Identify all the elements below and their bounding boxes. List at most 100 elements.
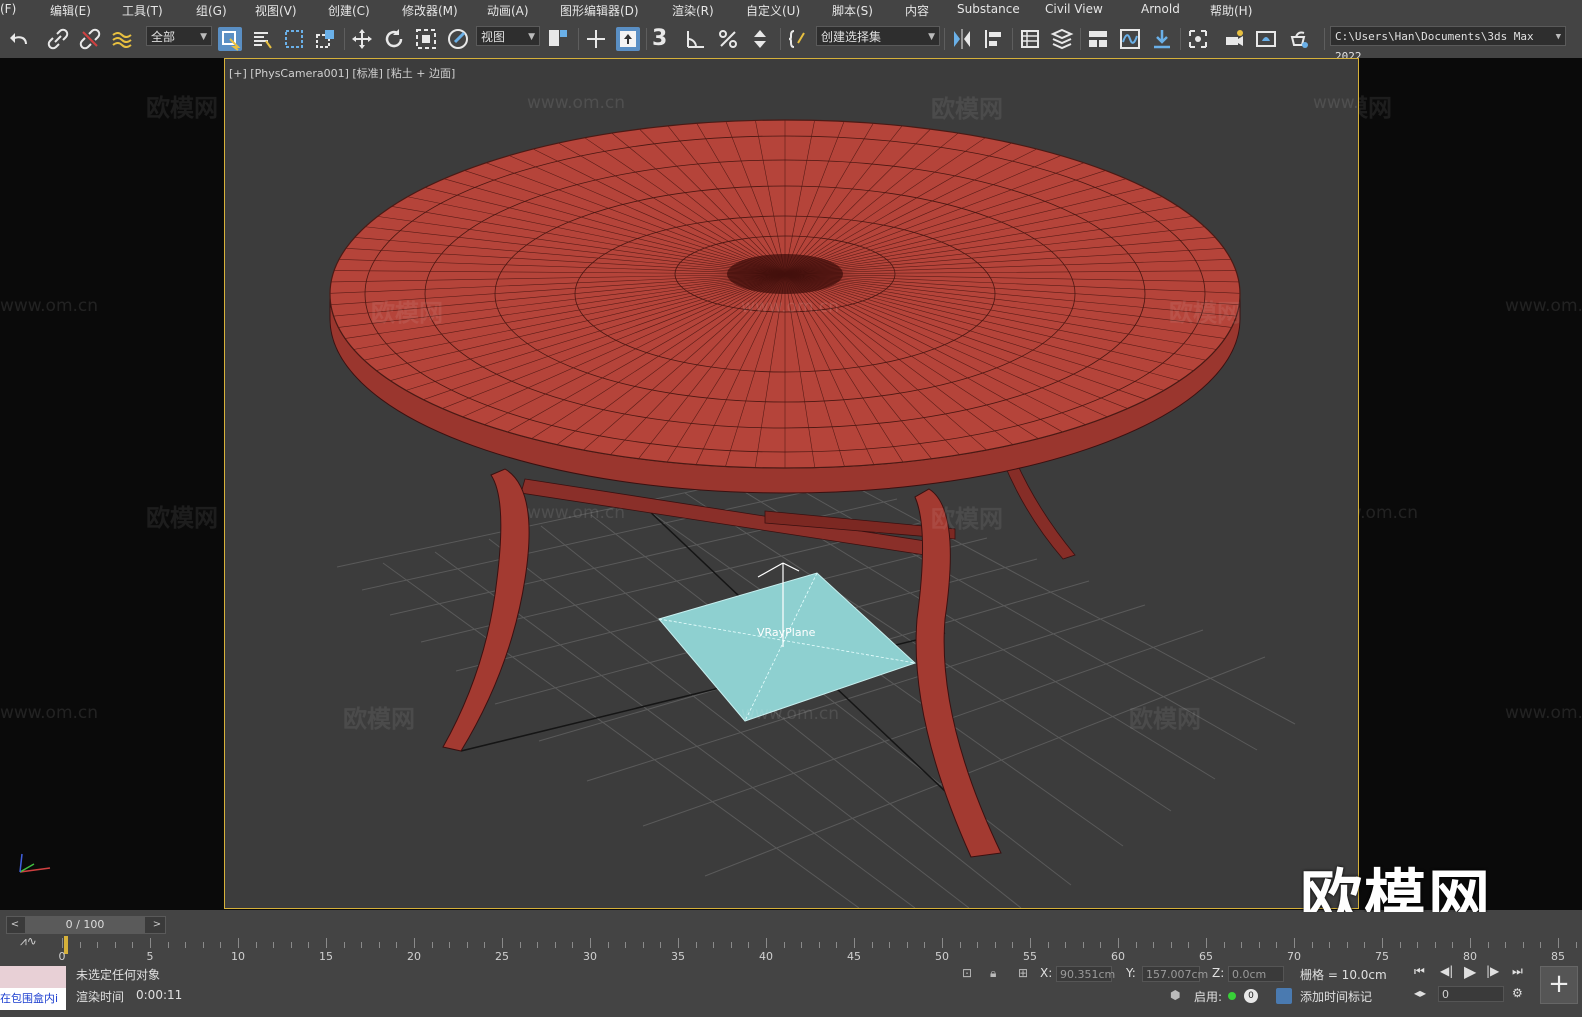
toolbar-separator bbox=[1080, 28, 1081, 50]
prev-frame-icon[interactable]: < bbox=[7, 917, 23, 933]
time-slider-thumb[interactable]: 0 / 100 bbox=[25, 917, 145, 933]
maxscript-output[interactable]: 在包围盒内i bbox=[0, 988, 66, 1010]
select-object-icon[interactable] bbox=[218, 27, 242, 51]
menu-edit[interactable]: 编辑(E) bbox=[50, 2, 91, 19]
edit-named-sets-icon[interactable] bbox=[786, 27, 810, 51]
adaptive-degradation-icon[interactable]: ⬢ bbox=[1170, 988, 1180, 1002]
select-by-name-icon[interactable] bbox=[250, 27, 274, 51]
schematic-icon[interactable] bbox=[1150, 27, 1174, 51]
project-path-dropdown[interactable]: C:\Users\Han\Documents\3ds Max 2022 ▼ bbox=[1330, 26, 1566, 63]
toolbar-separator bbox=[344, 28, 345, 50]
go-to-end-icon[interactable]: ⏭ bbox=[1512, 964, 1523, 979]
percent-snap-icon[interactable] bbox=[716, 27, 740, 51]
menu-create[interactable]: 创建(C) bbox=[328, 2, 370, 19]
unlink-icon[interactable] bbox=[78, 27, 102, 51]
ruler-tick bbox=[1100, 942, 1102, 948]
z-coord-field[interactable]: 0.0cm bbox=[1228, 966, 1284, 982]
window-crossing-icon[interactable] bbox=[314, 27, 338, 51]
move-icon[interactable] bbox=[350, 27, 374, 51]
named-selection-dropdown[interactable]: 创建选择集 ▼ bbox=[816, 26, 940, 46]
y-label: Y: bbox=[1126, 966, 1136, 980]
key-mode-icon[interactable]: ◂▸ bbox=[1414, 986, 1426, 1000]
y-coord-field[interactable]: 157.007cm bbox=[1142, 966, 1208, 982]
prev-key-icon[interactable]: ◀| bbox=[1440, 964, 1453, 978]
maxscript-input[interactable] bbox=[0, 966, 66, 988]
absolute-mode-icon[interactable]: ⊞ bbox=[1018, 966, 1028, 980]
layer-explorer-icon[interactable] bbox=[1050, 27, 1074, 51]
align-icon[interactable] bbox=[982, 27, 1006, 51]
ruler-tick bbox=[361, 942, 363, 948]
next-key-icon[interactable]: |▶ bbox=[1486, 964, 1499, 978]
curve-editor-icon[interactable] bbox=[1118, 27, 1142, 51]
spinner-snap-icon[interactable] bbox=[748, 27, 772, 51]
play-icon[interactable]: ▶ bbox=[1464, 962, 1476, 981]
perspective-viewport[interactable]: [+] [PhysCamera001] [标准] [粘土 + 边面] VRayP… bbox=[224, 58, 1359, 909]
add-button[interactable]: + bbox=[1540, 966, 1578, 1004]
menu-rendering[interactable]: 渲染(R) bbox=[672, 2, 714, 19]
mini-curve-editor-icon[interactable]: ⩘∿ bbox=[20, 934, 37, 949]
snaps-toggle-icon[interactable]: 3 bbox=[652, 27, 676, 51]
go-to-start-icon[interactable]: ⏮ bbox=[1414, 964, 1425, 979]
watermark-url: www.om.cn bbox=[741, 297, 840, 317]
isolate-icon[interactable]: ⊡ bbox=[962, 966, 972, 980]
bind-space-warp-icon[interactable] bbox=[110, 27, 134, 51]
link-icon[interactable] bbox=[46, 27, 70, 51]
menu-civil-view[interactable]: Civil View bbox=[1045, 2, 1103, 16]
watermark-url: www.om.cn bbox=[0, 703, 99, 723]
menu-scripting[interactable]: 脚本(S) bbox=[832, 2, 873, 19]
chevron-down-icon: ▼ bbox=[200, 32, 207, 42]
mirror-icon[interactable] bbox=[950, 27, 974, 51]
lock-icon[interactable]: 🔒︎ bbox=[990, 966, 996, 981]
ruler-tick bbox=[1311, 942, 1313, 948]
menu-content[interactable]: 内容 bbox=[905, 2, 929, 19]
enable-status-dot bbox=[1228, 992, 1236, 1000]
watermark-url: www.om.cn bbox=[1505, 703, 1582, 723]
ref-coord-dropdown[interactable]: 视图 ▼ bbox=[476, 26, 540, 46]
menu-substance[interactable]: Substance bbox=[957, 2, 1020, 16]
viewport-label[interactable]: [+] [PhysCamera001] [标准] [粘土 + 边面] bbox=[229, 65, 455, 81]
pivot-icon[interactable] bbox=[546, 27, 570, 51]
rotate-icon[interactable] bbox=[382, 27, 406, 51]
scale-icon[interactable] bbox=[414, 27, 438, 51]
render-icon[interactable] bbox=[1286, 27, 1310, 51]
ruler-tick bbox=[1558, 938, 1559, 948]
place-icon[interactable] bbox=[446, 27, 470, 51]
menu-modifiers[interactable]: 修改器(M) bbox=[402, 2, 458, 19]
rect-region-icon[interactable] bbox=[282, 27, 306, 51]
x-coord-field[interactable]: 90.351cm bbox=[1056, 966, 1115, 982]
menu-file[interactable]: (F) bbox=[0, 2, 16, 16]
ruler-tick bbox=[62, 938, 63, 948]
ruler-tick bbox=[678, 938, 679, 948]
menu-help[interactable]: 帮助(H) bbox=[1210, 2, 1252, 19]
menu-customize[interactable]: 自定义(U) bbox=[746, 2, 800, 19]
ribbon-icon[interactable] bbox=[1086, 27, 1110, 51]
selection-filter-dropdown[interactable]: 全部 ▼ bbox=[146, 26, 212, 46]
add-time-tag[interactable]: 添加时间标记 bbox=[1300, 988, 1372, 1005]
time-tag-icon[interactable] bbox=[1276, 988, 1292, 1004]
scene-explorer-icon[interactable] bbox=[1018, 27, 1042, 51]
undo-icon[interactable] bbox=[8, 27, 32, 51]
menu-views[interactable]: 视图(V) bbox=[255, 2, 297, 19]
current-frame-field[interactable]: 0 bbox=[1438, 986, 1504, 1002]
keyboard-shortcut-icon[interactable] bbox=[616, 27, 640, 51]
select-manipulate-icon[interactable] bbox=[584, 27, 608, 51]
rendered-frame-icon[interactable] bbox=[1254, 27, 1278, 51]
menu-graph-editors[interactable]: 图形编辑器(D) bbox=[560, 2, 639, 19]
watermark-url: www.om.cn bbox=[0, 296, 99, 316]
ruler-tick bbox=[308, 942, 310, 948]
next-frame-icon[interactable]: > bbox=[149, 917, 165, 933]
ruler-tick bbox=[396, 942, 398, 948]
maxscript-listener[interactable]: 在包围盒内i bbox=[0, 966, 66, 1010]
time-ruler[interactable]: 0 5 10 15 20 25 30 35 40 45 50 55 60 65 70 75 80 85 bbox=[59, 936, 1582, 963]
menu-group[interactable]: 组(G) bbox=[196, 2, 227, 19]
time-slider[interactable]: < 0 / 100 > bbox=[6, 916, 166, 934]
material-editor-icon[interactable] bbox=[1186, 27, 1210, 51]
menu-animation[interactable]: 动画(A) bbox=[487, 2, 529, 19]
render-setup-icon[interactable] bbox=[1222, 27, 1246, 51]
enable-count-badge[interactable]: 0 bbox=[1244, 989, 1258, 1003]
menu-arnold[interactable]: Arnold bbox=[1141, 2, 1180, 16]
menu-tools[interactable]: 工具(T) bbox=[122, 2, 163, 19]
ruler-tick bbox=[255, 942, 257, 948]
angle-snap-icon[interactable] bbox=[684, 27, 708, 51]
time-config-icon[interactable]: ⚙ bbox=[1512, 986, 1523, 1000]
